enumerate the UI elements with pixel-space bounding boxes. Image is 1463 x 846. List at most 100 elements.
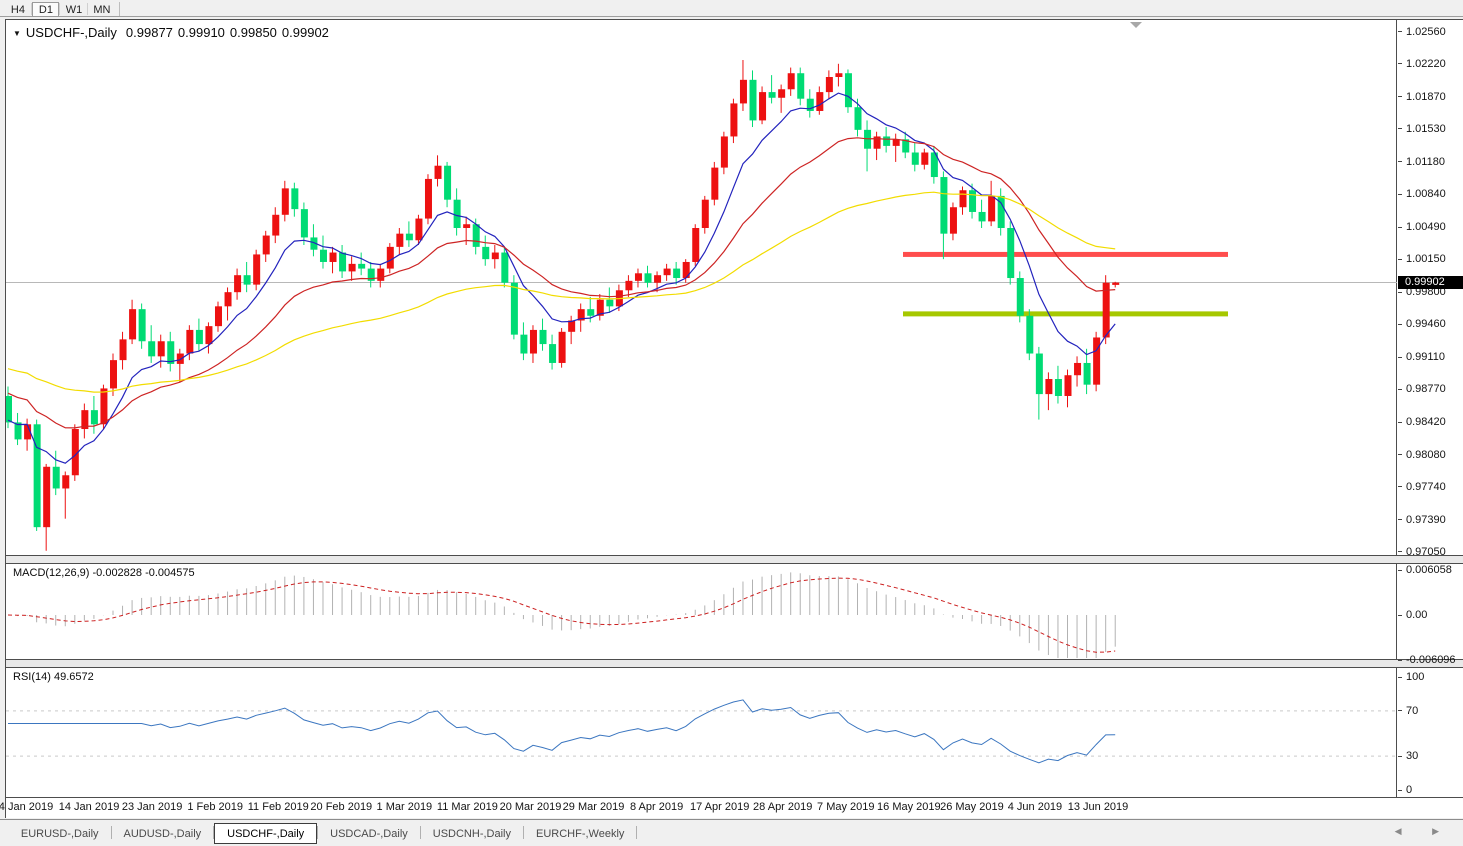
date-axis-label: 4 Jan 2019 — [0, 801, 53, 813]
date-axis-label: 17 Apr 2019 — [690, 801, 749, 813]
date-axis-label: 29 Mar 2019 — [563, 801, 625, 813]
price-tick-mark — [1398, 389, 1402, 390]
date-axis-label: 20 Mar 2019 — [500, 801, 562, 813]
timeframe-button-mn[interactable]: MN — [88, 2, 115, 17]
symbol-tab-bar: EURUSD-,DailyAUDUSD-,DailyUSDCHF-,DailyU… — [0, 819, 1463, 846]
macd-plot-area: MACD(12,26,9) -0.002828 -0.004575 — [6, 564, 1397, 659]
timeframe-button-w1[interactable]: W1 — [60, 2, 87, 17]
price-tick-label: 0.97050 — [1406, 546, 1446, 558]
chart-window: ▼USDCHF-,Daily0.998770.999100.998500.999… — [5, 19, 1463, 818]
macd-plot[interactable] — [6, 564, 1397, 659]
rsi-plot[interactable] — [6, 668, 1397, 797]
price-tick-label: 1.01530 — [1406, 123, 1446, 135]
tab-eurchf-weekly[interactable]: EURCHF-,Weekly — [524, 824, 636, 845]
macd-tick-mark — [1398, 615, 1402, 616]
price-tick-label: 1.02220 — [1406, 58, 1446, 70]
ohlc-low: 0.99850 — [230, 25, 277, 40]
ohlc-close: 0.99902 — [282, 25, 329, 40]
date-axis-label: 26 May 2019 — [940, 801, 1004, 813]
date-axis: 4 Jan 201914 Jan 201923 Jan 20191 Feb 20… — [6, 798, 1463, 818]
timeframe-toolbar: H4D1W1MN — [0, 0, 1463, 17]
macd-axis: 0.0060580.00-0.006096 — [1398, 564, 1463, 659]
macd-tick-label: 0.00 — [1406, 609, 1427, 621]
date-axis-label: 11 Feb 2019 — [248, 801, 309, 813]
price-tick-mark — [1398, 422, 1402, 423]
price-tick-mark — [1398, 128, 1402, 129]
price-tick-mark — [1398, 259, 1402, 260]
rsi-label: RSI(14) — [13, 671, 51, 683]
main-plot-area: ▼USDCHF-,Daily0.998770.999100.998500.999… — [6, 20, 1397, 555]
price-tick-label: 1.02560 — [1406, 26, 1446, 38]
tab-audusd-daily[interactable]: AUDUSD-,Daily — [112, 824, 214, 845]
tab-scroll-arrows[interactable]: ◀ ▶ — [1395, 826, 1453, 837]
rsi-tick-mark — [1398, 756, 1402, 757]
rsi-tick-mark — [1398, 677, 1402, 678]
date-axis-label: 1 Feb 2019 — [187, 801, 243, 813]
date-axis-label: 20 Feb 2019 — [310, 801, 372, 813]
rsi-tick-mark — [1398, 790, 1402, 791]
date-axis-label: 28 Apr 2019 — [753, 801, 812, 813]
macd-tick-mark — [1398, 660, 1402, 661]
rsi-plot-area: RSI(14) 49.6572 — [6, 668, 1397, 797]
date-axis-label: 11 Mar 2019 — [437, 801, 498, 813]
rsi-tick-label: 70 — [1406, 705, 1418, 717]
chart-shift-icon[interactable] — [1130, 22, 1142, 28]
macd-label-line: MACD(12,26,9) -0.002828 -0.004575 — [13, 567, 195, 579]
price-tick-label: 1.00490 — [1406, 221, 1446, 233]
price-tick-mark — [1398, 324, 1402, 325]
price-tick-label: 1.00840 — [1406, 188, 1446, 200]
macd-tick-mark — [1398, 570, 1402, 571]
date-axis-label: 13 Jun 2019 — [1068, 801, 1129, 813]
price-tick-label: 0.97740 — [1406, 481, 1446, 493]
timeframe-button-d1[interactable]: D1 — [32, 2, 59, 17]
price-axis: 1.02560 1.02220 1.01870 1.01530 1.01180 1.008… — [1398, 20, 1463, 555]
current-price-tag: 0.99902 — [1398, 276, 1463, 289]
macd-label: MACD(12,26,9) — [13, 567, 89, 579]
rsi-panel: RSI(14) 49.6572 100 70 30 0 — [6, 667, 1463, 798]
macd-values: -0.002828 -0.004575 — [92, 567, 194, 579]
tab-eurusd-daily[interactable]: EURUSD-,Daily — [9, 824, 111, 845]
price-tick-label: 1.01180 — [1406, 156, 1445, 168]
price-tick-label: 0.98080 — [1406, 449, 1446, 461]
price-tick-label: 0.98420 — [1406, 416, 1446, 428]
rsi-tick-label: 100 — [1406, 671, 1424, 683]
date-axis-label: 16 May 2019 — [877, 801, 941, 813]
candlestick-plot[interactable] — [6, 20, 1397, 555]
price-tick-mark — [1398, 227, 1402, 228]
price-tick-mark — [1398, 31, 1402, 32]
price-tick-mark — [1398, 486, 1402, 487]
price-tick-label: 0.97390 — [1406, 514, 1446, 526]
tab-usdchf-daily[interactable]: USDCHF-,Daily — [214, 823, 317, 844]
date-axis-label: 7 May 2019 — [817, 801, 874, 813]
price-tick-mark — [1398, 161, 1402, 162]
price-tick-label: 1.01870 — [1406, 91, 1446, 103]
tab-usdcnh-daily[interactable]: USDCNH-,Daily — [421, 824, 523, 845]
timeframe-button-h4[interactable]: H4 — [4, 2, 31, 17]
rsi-value: 49.6572 — [54, 671, 94, 683]
rsi-label-line: RSI(14) 49.6572 — [13, 671, 94, 683]
symbol-label: USDCHF-,Daily — [26, 25, 117, 40]
rsi-tick-mark — [1398, 710, 1402, 711]
price-tick-label: 0.99460 — [1406, 318, 1446, 330]
macd-tick-label: 0.006058 — [1406, 564, 1452, 576]
symbol-ohlc-line: ▼USDCHF-,Daily0.998770.999100.998500.999… — [13, 25, 329, 40]
date-axis-label: 4 Jun 2019 — [1008, 801, 1062, 813]
price-tick-label: 0.98770 — [1406, 383, 1446, 395]
main-chart-panel: ▼USDCHF-,Daily0.998770.999100.998500.999… — [6, 19, 1463, 556]
date-axis-label: 14 Jan 2019 — [59, 801, 120, 813]
macd-tick-label: -0.006096 — [1406, 654, 1456, 666]
price-tick-label: 0.99110 — [1406, 351, 1445, 363]
tab-usdcad-daily[interactable]: USDCAD-,Daily — [318, 824, 420, 845]
rsi-tick-label: 0 — [1406, 784, 1412, 796]
macd-panel: MACD(12,26,9) -0.002828 -0.004575 0.0060… — [6, 563, 1463, 660]
price-tick-mark — [1398, 292, 1402, 293]
date-axis-label: 8 Apr 2019 — [630, 801, 683, 813]
rsi-axis: 100 70 30 0 — [1398, 668, 1463, 797]
rsi-tick-label: 30 — [1406, 750, 1418, 762]
price-tick-mark — [1398, 194, 1402, 195]
symbol-dropdown-icon[interactable]: ▼ — [13, 29, 21, 38]
date-axis-label: 1 Mar 2019 — [377, 801, 433, 813]
price-tick-label: 1.00150 — [1406, 253, 1446, 265]
price-tick-mark — [1398, 454, 1402, 455]
price-tick-mark — [1398, 357, 1402, 358]
